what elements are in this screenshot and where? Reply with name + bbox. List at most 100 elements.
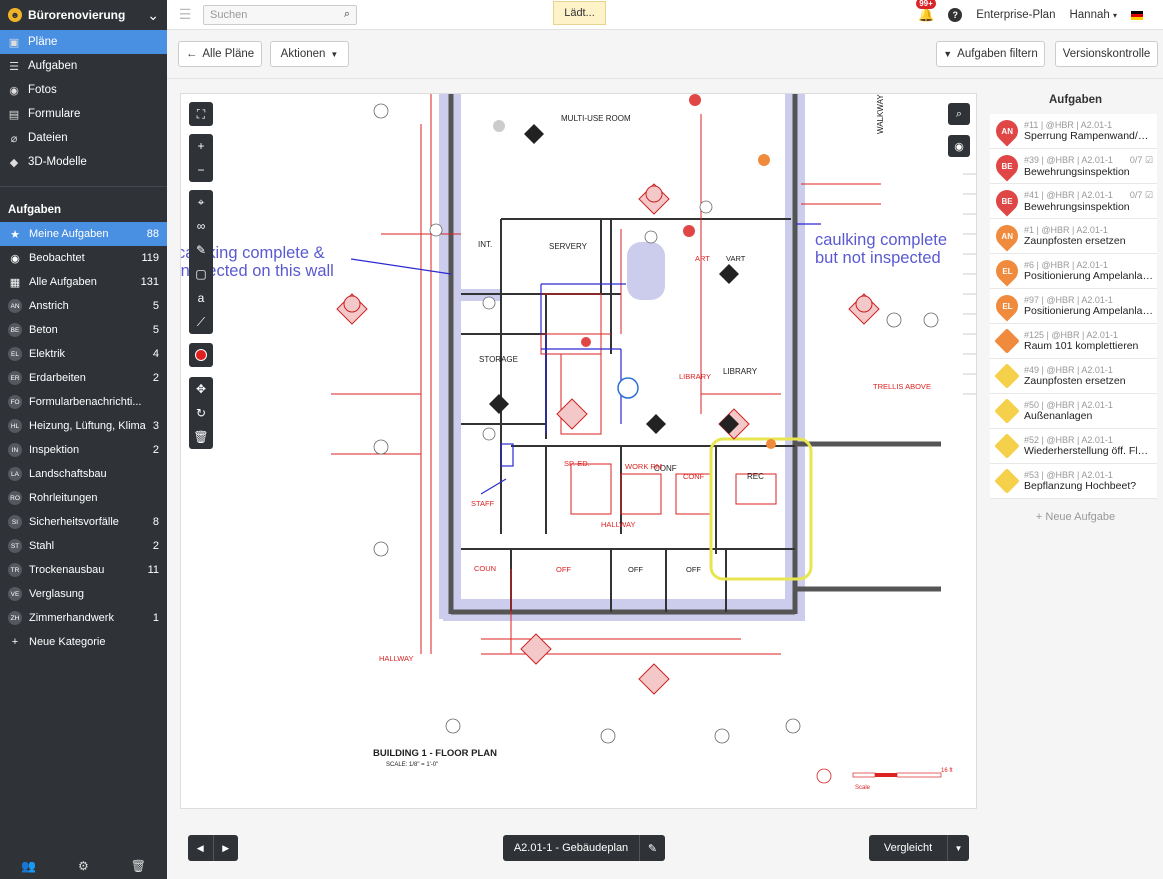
search-icon[interactable]: ⌕ bbox=[344, 8, 350, 21]
sidebar-nav-4[interactable]: ⌀ Dateien bbox=[0, 126, 167, 150]
task-info: #39 | @HBR | A2.01-1 0/7 ☑ Bewehrungsinspe… bbox=[1024, 155, 1157, 178]
task-item[interactable]: EL #97 | @HBR | A2.01-1 Positionierung Amp… bbox=[990, 289, 1157, 324]
sidebar-category-item[interactable]: IN Inspektion 2 bbox=[0, 438, 167, 462]
diamond-icon bbox=[994, 363, 1020, 389]
zoom-out-icon[interactable]: − bbox=[189, 158, 213, 182]
sidebar-category-item[interactable]: HL Heizung, Lüftung, Klima 3 bbox=[0, 414, 167, 438]
version-control-button[interactable]: Versionskontrolle bbox=[1055, 41, 1158, 67]
sidebar-category-item[interactable]: VE Verglasung bbox=[0, 582, 167, 606]
chevron-down-icon[interactable]: ⌄ bbox=[147, 7, 159, 24]
task-info: #50 | @HBR | A2.01-1 Außenanlagen bbox=[1024, 400, 1157, 422]
sidebar-nav-1[interactable]: ☰ Aufgaben bbox=[0, 54, 167, 78]
plan-area: MULTI-USE ROOM INT. SERVERY STORAGE LIBR… bbox=[167, 79, 988, 879]
task-item[interactable]: #49 | @HBR | A2.01-1 Zaunpfosten ersetzen bbox=[990, 359, 1157, 394]
notifications-button[interactable]: 🔔 99+ bbox=[916, 0, 936, 23]
category-badge: ER bbox=[8, 371, 22, 385]
sidebar-category-item[interactable]: ★ Meine Aufgaben 88 bbox=[0, 222, 167, 246]
plan-search-icon[interactable]: ⌕ bbox=[948, 103, 970, 125]
compare-button[interactable]: Vergleicht ▼ bbox=[869, 835, 969, 861]
plan-room-label: OFF bbox=[628, 565, 643, 574]
category-badge: ST bbox=[8, 539, 22, 553]
actions-button[interactable]: Aktionen ▼ bbox=[270, 41, 349, 67]
sidebar-category-item[interactable]: RO Rohrleitungen bbox=[0, 486, 167, 510]
task-item[interactable]: BE #41 | @HBR | A2.01-1 0/7 ☑ Bewehrungsins… bbox=[990, 184, 1157, 219]
rotate-icon[interactable]: ↻ bbox=[189, 401, 213, 425]
task-item[interactable]: #50 | @HBR | A2.01-1 Außenanlagen bbox=[990, 394, 1157, 429]
sidebar-category-item[interactable]: ZH Zimmerhandwerk 1 bbox=[0, 606, 167, 630]
floor-plan-canvas[interactable]: MULTI-USE ROOM INT. SERVERY STORAGE LIBR… bbox=[180, 93, 977, 809]
gear-icon[interactable]: ⚙ bbox=[78, 859, 89, 873]
task-title: Raum 101 komplettieren bbox=[1024, 340, 1139, 352]
pin-icon[interactable]: ⌖ bbox=[189, 190, 213, 214]
text-tool-icon[interactable]: a bbox=[189, 286, 213, 310]
scale-end: 16 ft bbox=[941, 768, 953, 774]
task-item[interactable]: #53 | @HBR | A2.01-1 Bepflanzung Hochbeet… bbox=[990, 464, 1157, 499]
link-icon[interactable]: ∞ bbox=[189, 214, 213, 238]
sidebar-category-item[interactable]: ◉ Beobachtet 119 bbox=[0, 246, 167, 270]
plan-scale: SCALE: 1/8" = 1'-0" bbox=[386, 762, 438, 768]
task-item[interactable]: EL #6 | @HBR | A2.01-1 Positionierung Ampe… bbox=[990, 254, 1157, 289]
task-meta: #53 | @HBR | A2.01-1 bbox=[1024, 470, 1157, 480]
sidebar-nav-2[interactable]: ◉ Fotos bbox=[0, 78, 167, 102]
user-name: Hannah bbox=[1069, 9, 1110, 21]
help-icon[interactable]: ? bbox=[948, 8, 963, 22]
color-picker-icon[interactable] bbox=[189, 343, 213, 367]
sidebar-category-item[interactable]: + Neue Kategorie bbox=[0, 630, 167, 654]
sidebar-nav-0[interactable]: ▣ Pläne bbox=[0, 30, 167, 54]
sidebar-category-item[interactable]: EL Elektrik 4 bbox=[0, 342, 167, 366]
task-info: #52 | @HBR | A2.01-1 Wiederherstellung öf… bbox=[1024, 435, 1157, 457]
sidebar-category-item[interactable]: ER Erdarbeiten 2 bbox=[0, 366, 167, 390]
move-icon[interactable]: ✥ bbox=[189, 377, 213, 401]
fit-to-screen-icon[interactable]: ⛶ bbox=[189, 102, 213, 126]
trash-icon[interactable]: 🗑 bbox=[131, 859, 146, 873]
sidebar-category-item[interactable]: SI Sicherheitsvorfälle 8 bbox=[0, 510, 167, 534]
category-count: 131 bbox=[140, 276, 159, 288]
bell-icon: 🔔 bbox=[918, 7, 935, 22]
people-icon[interactable]: 👥 bbox=[21, 859, 36, 873]
task-meta: #50 | @HBR | A2.01-1 bbox=[1024, 400, 1157, 410]
all-plans-button[interactable]: ← Alle Pläne bbox=[178, 41, 262, 67]
zoom-in-icon[interactable]: + bbox=[189, 134, 213, 158]
sidebar-category-item[interactable]: LA Landschaftsbau bbox=[0, 462, 167, 486]
color-tool-group bbox=[189, 343, 213, 367]
task-item[interactable]: #52 | @HBR | A2.01-1 Wiederherstellung öf… bbox=[990, 429, 1157, 464]
task-item[interactable]: AN #11 | @HBR | A2.01-1 Sperrung Rampenwan… bbox=[990, 114, 1157, 149]
eye-icon[interactable]: ◉ bbox=[948, 135, 970, 157]
caret-down-icon[interactable]: ▼ bbox=[947, 835, 969, 861]
map-pin-icon: BE bbox=[991, 185, 1023, 217]
ruler-icon[interactable]: ⟋ bbox=[189, 310, 213, 334]
task-item[interactable]: #125 | @HBR | A2.01-1 Raum 101 komplettie… bbox=[990, 324, 1157, 359]
sidebar-nav-5[interactable]: ◆ 3D-Modelle bbox=[0, 150, 167, 174]
project-switcher[interactable]: ☻ Bürorenovierung ⌄ bbox=[0, 0, 167, 30]
sheet-name-button[interactable]: A2.01-1 - Gebäudeplan ✎ bbox=[503, 835, 665, 861]
filter-icon: ▼ bbox=[943, 49, 953, 59]
filter-tasks-button[interactable]: ▼ Aufgaben filtern bbox=[936, 41, 1045, 67]
menu-icon[interactable]: ☰ bbox=[167, 6, 203, 23]
all-plans-label: Alle Pläne bbox=[202, 48, 255, 60]
plan-room-label: ART bbox=[695, 254, 710, 263]
search-input[interactable]: Suchen ⌕ bbox=[203, 4, 357, 25]
pen-icon[interactable]: ✎ bbox=[189, 238, 213, 262]
sidebar-category-item[interactable]: TR Trockenausbau 11 bbox=[0, 558, 167, 582]
caret-down-icon: ▼ bbox=[330, 49, 339, 59]
task-info: #41 | @HBR | A2.01-1 0/7 ☑ Bewehrungsinspe… bbox=[1024, 190, 1157, 213]
sidebar-category-item[interactable]: ▦ Alle Aufgaben 131 bbox=[0, 270, 167, 294]
trash-icon[interactable]: 🗑 bbox=[189, 425, 213, 449]
sidebar-category-item[interactable]: BE Beton 5 bbox=[0, 318, 167, 342]
task-item[interactable]: AN #1 | @HBR | A2.01-1 Zaunpfosten ersetze… bbox=[990, 219, 1157, 254]
next-sheet-icon[interactable]: ▶ bbox=[214, 835, 239, 861]
sidebar-category-item[interactable]: AN Anstrich 5 bbox=[0, 294, 167, 318]
sidebar-category-item[interactable]: FO Formularbenachrichti... bbox=[0, 390, 167, 414]
plan-label[interactable]: Enterprise-Plan bbox=[976, 9, 1055, 21]
user-menu[interactable]: Hannah ▾ bbox=[1069, 9, 1117, 21]
edit-icon[interactable]: ✎ bbox=[639, 835, 665, 861]
shapes-icon[interactable]: ▢ bbox=[189, 262, 213, 286]
task-title: Außenanlagen bbox=[1024, 410, 1093, 422]
sidebar-nav-3[interactable]: ▤ Formulare bbox=[0, 102, 167, 126]
previous-sheet-icon[interactable]: ◀ bbox=[188, 835, 214, 861]
new-task-button[interactable]: + Neue Aufgabe bbox=[988, 511, 1163, 523]
sidebar-category-item[interactable]: ST Stahl 2 bbox=[0, 534, 167, 558]
task-item[interactable]: BE #39 | @HBR | A2.01-1 0/7 ☑ Bewehrungsins… bbox=[990, 149, 1157, 184]
list-icon: ☰ bbox=[9, 60, 19, 73]
german-flag-icon[interactable] bbox=[1131, 10, 1143, 20]
